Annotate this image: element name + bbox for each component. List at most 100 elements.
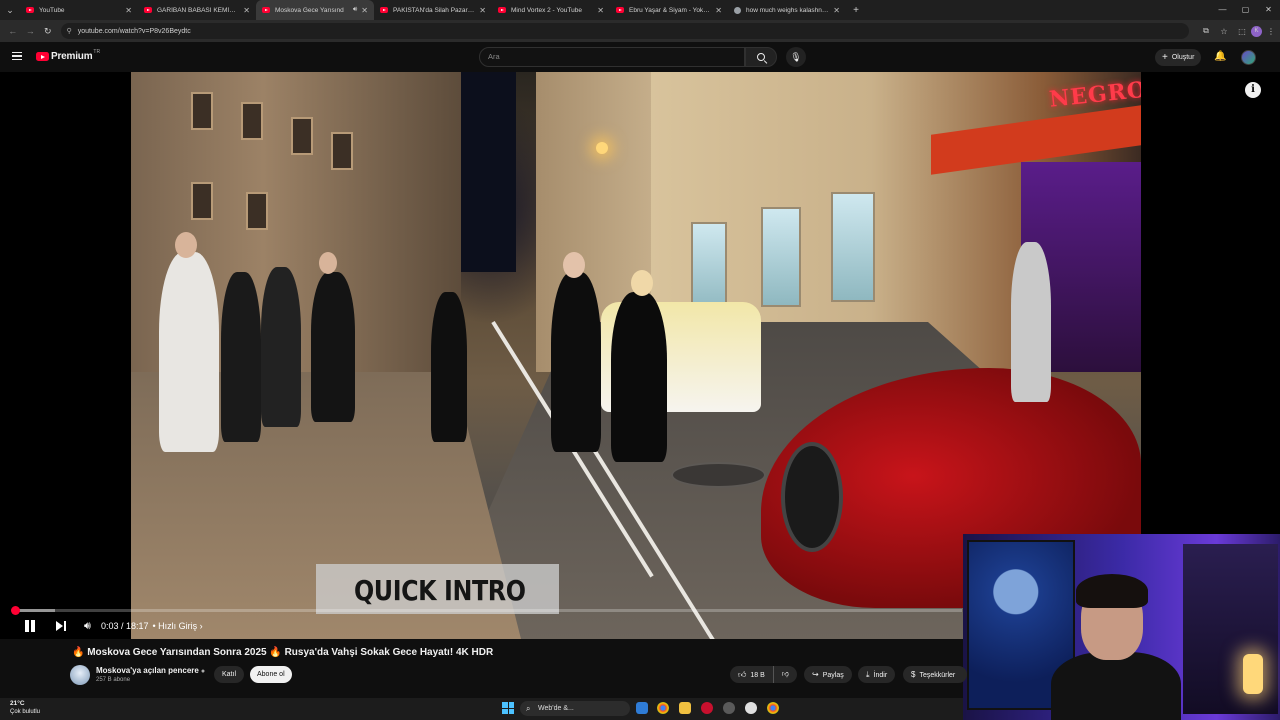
windows-start-icon[interactable] — [502, 702, 514, 714]
scrubber-handle[interactable] — [11, 606, 20, 615]
youtube-header: Premium TR Ara 🎙 + Oluştur 🔔 — [0, 42, 1280, 72]
tab-close-icon[interactable]: ✕ — [243, 6, 250, 15]
search-input[interactable]: Ara — [479, 47, 745, 67]
temperature: 21°C — [10, 700, 25, 707]
close-window-icon[interactable]: ✕ — [1257, 0, 1280, 20]
browser-tab[interactable]: Ebru Yaşar & Siyam - Yoksun - ✕ — [610, 0, 728, 20]
tab-close-icon[interactable]: ✕ — [597, 6, 604, 15]
hamburger-menu-icon[interactable] — [12, 52, 22, 60]
tabs-container: YouTube✕GARİBAN BABASI KEMİK USTA!✕Mosko… — [20, 0, 846, 20]
youtube-favicon-icon — [262, 7, 270, 13]
thanks-label: Teşekkürler — [919, 672, 956, 679]
share-icon: ↪ — [812, 670, 819, 679]
bookmark-star-icon[interactable]: ☆ — [1215, 27, 1233, 36]
download-label: İndir — [873, 672, 888, 679]
dislike-button[interactable]: 👎︎ — [774, 666, 797, 683]
tab-audio-icon[interactable]: 🔊︎ — [353, 6, 357, 14]
overlay-text: QUICK INTRO — [354, 574, 526, 607]
youtube-logo[interactable]: Premium TR — [36, 48, 101, 62]
browser-tab[interactable]: Mind Vortex 2 - YouTube ✕ — [492, 0, 610, 20]
tab-title: Ebru Yaşar & Siyam - Yoksun - — [629, 6, 712, 14]
next-icon[interactable] — [56, 621, 66, 631]
chapter-title[interactable]: • Hızlı Giriş › — [152, 621, 202, 631]
new-tab-button[interactable]: + — [846, 5, 866, 16]
logo-text: Premium — [51, 51, 93, 62]
logo-region: TR — [93, 48, 101, 55]
subscribe-button[interactable]: Abone ol — [250, 666, 292, 683]
file-explorer-icon[interactable] — [679, 702, 691, 714]
browser-tab[interactable]: PAKİSTAN'da Silah Pazarı: 10 Dol ✕ — [374, 0, 492, 20]
player-controls: 🔊︎ 0:03 / 18:17 • Hızlı Giriş › — [0, 615, 203, 637]
share-button[interactable]: ↪ Paylaş — [804, 666, 852, 683]
youtube-play-icon — [36, 52, 49, 61]
maximize-icon[interactable]: ▢ — [1234, 0, 1257, 20]
opera-icon[interactable] — [701, 702, 713, 714]
create-button[interactable]: + Oluştur — [1155, 49, 1202, 66]
weather-widget[interactable]: 21°C Çok bulutlu — [10, 700, 40, 716]
verified-icon: ● — [200, 668, 206, 675]
youtube-favicon-icon — [380, 7, 388, 13]
reload-icon[interactable]: ↻ — [39, 26, 57, 37]
browser-tab[interactable]: how much weighs kalashnikov ✕ — [728, 0, 846, 20]
tab-search-icon[interactable]: ⌄ — [0, 0, 20, 20]
windows-taskbar: 21°C Çok bulutlu Web'de &... — [0, 698, 963, 720]
cast-icon[interactable]: ⧉ — [1197, 26, 1215, 36]
like-button[interactable]: 👍︎ 18 B — [730, 666, 774, 683]
thanks-button[interactable]: $ Teşekkürler — [903, 666, 968, 683]
browser-tab[interactable]: Moskova Gece Yarısınd 🔊︎ ✕ — [256, 0, 374, 20]
thanks-icon: $ — [911, 670, 916, 679]
taskbar-search[interactable]: Web'de &... — [520, 701, 630, 716]
tab-title: PAKİSTAN'da Silah Pazarı: 10 Dol — [393, 6, 475, 14]
tab-close-icon[interactable]: ✕ — [833, 6, 840, 15]
tab-close-icon[interactable]: ✕ — [479, 6, 486, 15]
search-button[interactable] — [745, 47, 777, 67]
join-button[interactable]: Katıl — [214, 666, 245, 683]
thumbs-up-icon: 👍︎ — [738, 670, 747, 679]
toolbar-actions: ⧉ ☆ ⬚ K ⋮ — [1197, 25, 1280, 37]
youtube-favicon-icon — [144, 7, 152, 13]
pause-icon[interactable] — [24, 620, 36, 632]
youtube-favicon-icon — [26, 7, 34, 13]
url-text: youtube.com/watch?v=P8v26Beydtc — [77, 27, 191, 35]
channel-name[interactable]: Moskova'ya açılan pencere ● — [96, 666, 205, 675]
obs-icon[interactable] — [745, 702, 757, 714]
site-info-icon[interactable]: ⚲ — [67, 27, 72, 35]
tab-close-icon[interactable]: ✕ — [361, 6, 368, 15]
extensions-icon[interactable]: ⬚ — [1233, 27, 1251, 36]
download-icon: ⤓ — [866, 670, 870, 679]
profile-avatar[interactable]: K — [1251, 25, 1263, 37]
browser-menu-icon[interactable]: ⋮ — [1262, 27, 1280, 36]
account-avatar[interactable] — [1241, 50, 1256, 65]
video-title: 🔥 Moskova Gece Yarısından Sonra 2025 🔥 R… — [72, 647, 494, 658]
browser-tab[interactable]: GARİBAN BABASI KEMİK USTA! ✕ — [138, 0, 256, 20]
progress-bar[interactable] — [11, 606, 962, 615]
url-field[interactable]: ⚲ youtube.com/watch?v=P8v26Beydtc — [60, 23, 1190, 39]
browser-tab[interactable]: YouTube ✕ — [20, 0, 138, 20]
forward-icon[interactable]: → — [22, 26, 40, 36]
chrome-icon[interactable] — [657, 702, 669, 714]
channel-avatar[interactable] — [70, 665, 90, 685]
youtube-favicon-icon — [498, 7, 506, 13]
minimize-icon[interactable]: — — [1211, 0, 1234, 20]
window-controls: — ▢ ✕ — [1211, 0, 1280, 20]
chrome-profile-icon[interactable] — [767, 702, 779, 714]
volume-icon[interactable]: 🔊︎ — [84, 620, 91, 633]
address-bar-row: ← → ↻ ⚲ youtube.com/watch?v=P8v26Beydtc … — [0, 20, 1280, 42]
tab-title: YouTube — [39, 6, 65, 14]
tab-close-icon[interactable]: ✕ — [715, 6, 722, 15]
tab-title: Mind Vortex 2 - YouTube — [511, 6, 582, 14]
info-icon[interactable]: i — [1245, 82, 1261, 98]
tab-title: how much weighs kalashnikov — [746, 6, 830, 14]
youtube-favicon-icon — [616, 7, 624, 13]
notifications-bell-icon[interactable]: 🔔 — [1214, 51, 1226, 62]
settings-icon[interactable] — [723, 702, 735, 714]
back-icon[interactable]: ← — [4, 26, 22, 36]
create-label: Oluştur — [1171, 54, 1195, 61]
steam-icon[interactable] — [636, 702, 648, 714]
webcam-overlay — [963, 534, 1280, 720]
voice-search-icon[interactable]: 🎙 — [786, 47, 806, 67]
download-button[interactable]: ⤓ İndir — [858, 666, 896, 683]
tab-close-icon[interactable]: ✕ — [125, 6, 132, 15]
channel-name-text: Moskova'ya açılan pencere — [96, 666, 199, 675]
search-icon — [757, 53, 765, 61]
